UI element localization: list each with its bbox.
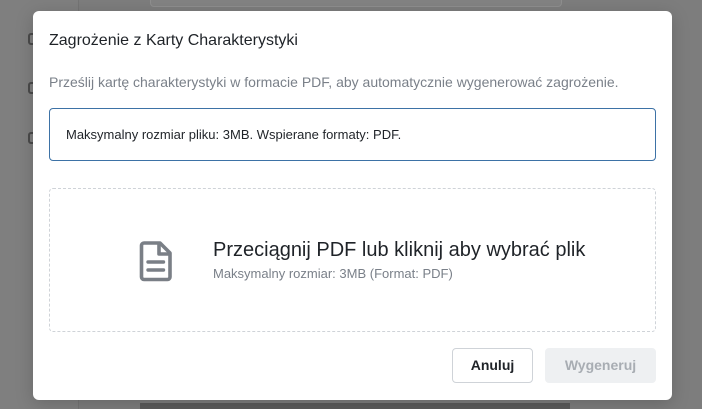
dropzone-subtitle: Maksymalny rozmiar: 3MB (Format: PDF) — [213, 266, 453, 281]
dropzone-title: Przeciągnij PDF lub kliknij aby wybrać p… — [213, 239, 586, 261]
modal-title: Zagrożenie z Karty Charakterystyki — [49, 32, 298, 49]
file-requirements-text: Maksymalny rozmiar pliku: 3MB. Wspierane… — [66, 127, 402, 142]
sds-hazard-modal: Zagrożenie z Karty Charakterystyki Prześ… — [33, 11, 672, 400]
generate-button[interactable]: Wygeneruj — [545, 348, 656, 383]
modal-description: Prześlij kartę charakterystyki w formaci… — [49, 74, 619, 90]
cancel-button[interactable]: Anuluj — [452, 348, 533, 383]
background-panel — [140, 403, 570, 409]
background-panel — [150, 0, 562, 7]
file-requirements-info: Maksymalny rozmiar pliku: 3MB. Wspierane… — [49, 108, 656, 161]
pdf-dropzone[interactable]: Przeciągnij PDF lub kliknij aby wybrać p… — [49, 188, 656, 332]
document-icon — [139, 241, 172, 282]
